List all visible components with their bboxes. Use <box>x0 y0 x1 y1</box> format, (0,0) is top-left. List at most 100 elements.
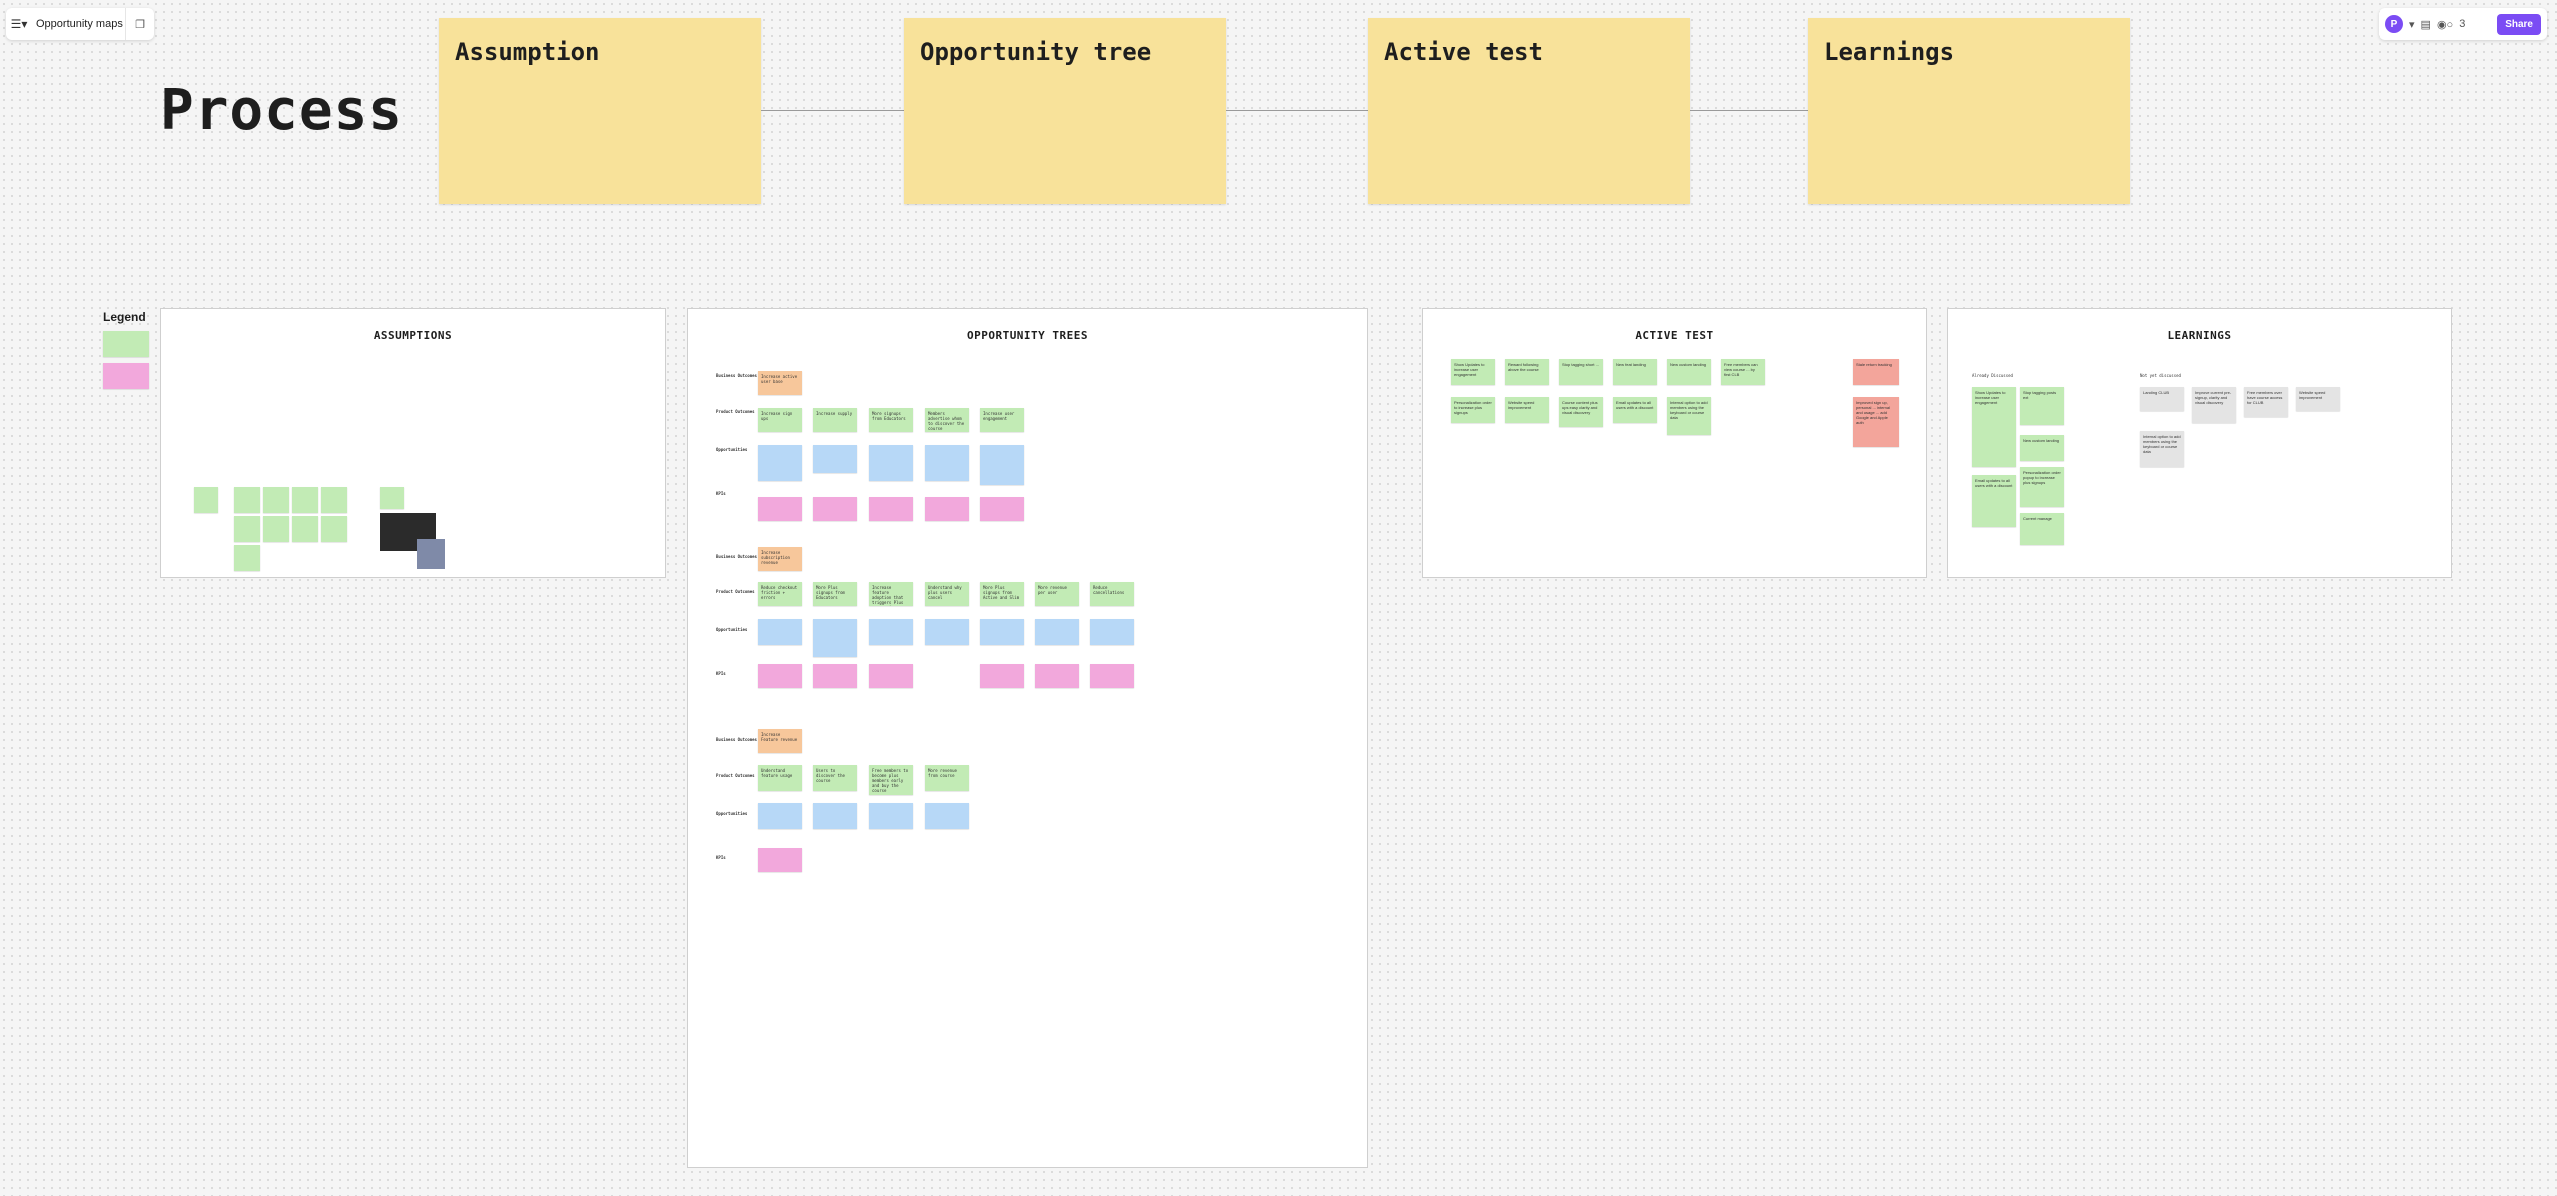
kpi-note[interactable] <box>1035 664 1079 688</box>
opportunity-note[interactable] <box>869 445 913 481</box>
kpi-note[interactable] <box>925 497 969 521</box>
test-note[interactable]: Course content plus ups easy clarity and… <box>1559 397 1603 427</box>
opportunity-note[interactable] <box>869 803 913 829</box>
process-step-opportunity-tree[interactable]: Opportunity tree <box>904 18 1226 204</box>
opportunity-note[interactable] <box>925 445 969 481</box>
product-outcome-note[interactable]: Increase user engagement <box>980 408 1024 432</box>
learning-note-gray[interactable]: Website speed improvement <box>2296 387 2340 411</box>
opportunity-note[interactable] <box>813 445 857 473</box>
learning-note[interactable]: Stop tagging posts ext <box>2020 387 2064 425</box>
product-outcome-note[interactable]: Understand feature usage <box>758 765 802 791</box>
app-menu-icon[interactable]: ☰▾ <box>6 17 32 31</box>
learning-note-gray[interactable]: Free members over have course access for… <box>2244 387 2288 417</box>
learning-note-gray[interactable]: Improve current pre-signup, clarity and … <box>2192 387 2236 423</box>
opportunity-note[interactable] <box>1035 619 1079 645</box>
opportunity-note[interactable] <box>758 803 802 829</box>
kpi-note[interactable] <box>980 497 1024 521</box>
process-step-learnings[interactable]: Learnings <box>1808 18 2130 204</box>
kpi-note[interactable] <box>869 664 913 688</box>
kpi-note[interactable] <box>758 497 802 521</box>
opportunity-note[interactable] <box>980 619 1024 645</box>
test-note[interactable]: Reward following above the course <box>1505 359 1549 385</box>
product-outcome-note[interactable]: Members advertise whom to discover the c… <box>925 408 969 432</box>
opportunity-trees-frame[interactable]: OPPORTUNITY TREES Business Outcomes Incr… <box>687 308 1368 1168</box>
kpi-note[interactable] <box>758 848 802 872</box>
product-outcome-note[interactable]: Free members to become plus members earl… <box>869 765 913 795</box>
test-note[interactable]: New feat landing <box>1613 359 1657 385</box>
learning-note[interactable]: Personalization order popup to increase … <box>2020 467 2064 507</box>
business-outcome-note[interactable]: Increase active user base <box>758 371 802 395</box>
user-avatar[interactable]: P <box>2385 15 2403 33</box>
process-step-assumption[interactable]: Assumption <box>439 18 761 204</box>
learning-note-gray[interactable]: Internal option to add members using the… <box>2140 431 2184 467</box>
product-outcome-note[interactable]: Reduce checkout friction + errors <box>758 582 802 606</box>
learnings-frame[interactable]: LEARNINGS Already Discussed Not yet disc… <box>1947 308 2452 578</box>
sticky-note[interactable] <box>194 487 218 513</box>
business-outcome-note[interactable]: Increase subscription revenue <box>758 547 802 571</box>
kpi-note[interactable] <box>813 664 857 688</box>
sticky-note[interactable] <box>292 487 318 513</box>
product-outcome-note[interactable]: Increase sign ups <box>758 408 802 432</box>
layout-icon[interactable]: ▤ <box>2421 18 2431 31</box>
sticky-note[interactable] <box>234 516 260 542</box>
test-note[interactable]: Email updates to all users with a discou… <box>1613 397 1657 423</box>
opportunity-note[interactable] <box>758 619 802 645</box>
test-note[interactable]: Internal option to add members using the… <box>1667 397 1711 435</box>
product-outcome-note[interactable]: More Plus signups from Educators <box>813 582 857 606</box>
product-outcome-note[interactable]: Users to discover the course <box>813 765 857 791</box>
legend-note-pink[interactable] <box>103 363 149 389</box>
sticky-note[interactable] <box>263 487 289 513</box>
sticky-note[interactable] <box>380 487 404 509</box>
learning-note[interactable]: Current manage <box>2020 513 2064 545</box>
kpi-note[interactable] <box>758 664 802 688</box>
assumptions-frame[interactable]: ASSUMPTIONS <box>160 308 666 578</box>
test-note[interactable]: Website speed improvement <box>1505 397 1549 423</box>
board-menu[interactable]: ☰▾ Opportunity maps ❐ <box>6 8 154 40</box>
active-test-frame[interactable]: ACTIVE TEST Show Updates to increase use… <box>1422 308 1927 578</box>
product-outcome-note[interactable]: Understand why plus users cancel <box>925 582 969 606</box>
opportunity-note[interactable] <box>980 445 1024 485</box>
test-note[interactable]: Free members can view course ... by firs… <box>1721 359 1765 385</box>
process-step-active-test[interactable]: Active test <box>1368 18 1690 204</box>
learning-note[interactable]: Email updates to all users with a discou… <box>1972 475 2016 527</box>
opportunity-note[interactable] <box>925 619 969 645</box>
sticky-note[interactable] <box>263 516 289 542</box>
sticky-note[interactable] <box>234 487 260 513</box>
collaborators-icon[interactable]: ◉○ <box>2437 18 2453 31</box>
product-outcome-note[interactable]: Reduce cancellations <box>1090 582 1134 606</box>
pages-icon[interactable]: ❐ <box>125 8 154 40</box>
kpi-note[interactable] <box>1090 664 1134 688</box>
test-note-red[interactable]: Stale return tracking <box>1853 359 1899 385</box>
kpi-note[interactable] <box>869 497 913 521</box>
test-note[interactable]: New custom landing <box>1667 359 1711 385</box>
opportunity-note[interactable] <box>925 803 969 829</box>
sticky-note[interactable] <box>321 487 347 513</box>
sticky-note[interactable] <box>321 516 347 542</box>
product-outcome-note[interactable]: More signups from Educators <box>869 408 913 432</box>
chevron-down-icon[interactable]: ▾ <box>2409 18 2415 31</box>
product-outcome-note[interactable]: More Plus signups from Active and Slim <box>980 582 1024 606</box>
legend-note-green[interactable] <box>103 331 149 357</box>
sticky-note[interactable] <box>292 516 318 542</box>
sticky-note[interactable] <box>234 545 260 571</box>
product-outcome-note[interactable]: More revenue per user <box>1035 582 1079 606</box>
kpi-note[interactable] <box>980 664 1024 688</box>
product-outcome-note[interactable]: Increase feature adoption that triggers … <box>869 582 913 606</box>
test-note-red[interactable]: Improved sign up, personal ... internal … <box>1853 397 1899 447</box>
product-outcome-note[interactable]: More revenue from course <box>925 765 969 791</box>
opportunity-note[interactable] <box>1090 619 1134 645</box>
business-outcome-note[interactable]: Increase Feature revenue <box>758 729 802 753</box>
opportunity-note[interactable] <box>758 445 802 481</box>
learning-note[interactable]: Show Updates to increase user engagement <box>1972 387 2016 467</box>
board-title[interactable]: Opportunity maps <box>32 18 125 30</box>
test-note[interactable]: Personalization order to increase plus s… <box>1451 397 1495 423</box>
learning-note[interactable]: New custom landing <box>2020 435 2064 461</box>
share-button[interactable]: Share <box>2497 13 2541 35</box>
product-outcome-note[interactable]: Increase supply <box>813 408 857 432</box>
opportunity-note[interactable] <box>869 619 913 645</box>
opportunity-note[interactable] <box>813 619 857 657</box>
kpi-note[interactable] <box>813 497 857 521</box>
test-note[interactable]: Stop tagging short ... <box>1559 359 1603 385</box>
screenshot-image[interactable] <box>417 539 445 569</box>
opportunity-note[interactable] <box>813 803 857 829</box>
